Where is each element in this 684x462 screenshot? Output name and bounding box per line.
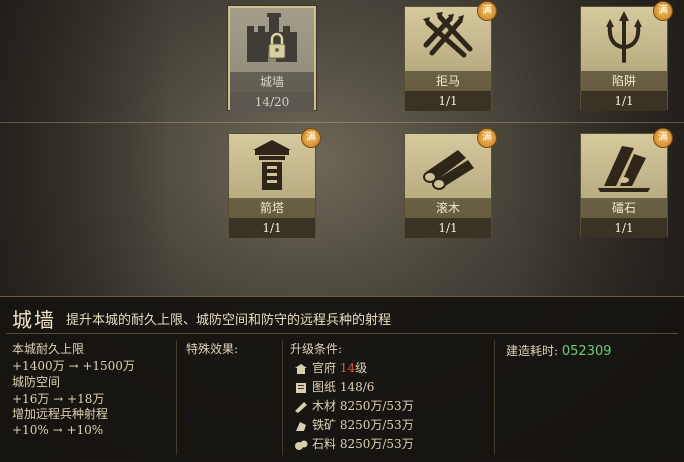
stat-label: 城防空间: [12, 375, 61, 389]
building-name: 城墙: [230, 72, 314, 92]
build-time: 建造耗时: 052309: [506, 342, 612, 359]
requirement-name: 木材: [312, 399, 337, 413]
building-level: 1/1: [229, 218, 315, 238]
building-name: 陷阱: [581, 71, 667, 91]
column-divider: [176, 340, 177, 455]
arrow-icon: →: [68, 359, 79, 373]
iron-ore-icon: [294, 420, 308, 432]
stat-change: +1400万 → +1500万: [12, 357, 135, 374]
stat-from: +1400万: [12, 359, 65, 373]
build-time-label: 建造耗时:: [506, 344, 559, 358]
stat-label: 增加远程兵种射程: [12, 407, 109, 421]
requirement-row: 铁矿 8250万/53万: [294, 416, 414, 433]
stone-icon: [294, 439, 308, 451]
wood-icon: [294, 401, 308, 413]
requirement-row: 官府 14级: [294, 359, 367, 376]
building-level: 1/1: [581, 218, 667, 238]
maxed-badge: 满: [477, 1, 497, 21]
requirement-row: 图纸 148/6: [294, 378, 374, 395]
requirement-row: 石料 8250万/53万: [294, 435, 414, 452]
column-divider: [282, 340, 283, 455]
building-name: 礌石: [581, 198, 667, 218]
building-card-wall[interactable]: 城墙 14/20: [228, 6, 316, 112]
detail-description: 提升本城的耐久上限、城防空间和防守的远程兵种的射程: [66, 313, 392, 328]
building-card-spikes[interactable]: 拒马 1/1 满: [404, 1, 497, 111]
detail-title: 城墙: [12, 308, 56, 332]
detail-divider: [6, 333, 678, 334]
maxed-badge: 满: [477, 128, 497, 148]
building-card-arrow-tower[interactable]: 箭塔 1/1 满: [228, 128, 321, 238]
stat-from: +10%: [12, 423, 49, 437]
stat-label: 本城耐久上限: [12, 342, 85, 356]
requirement-row: 木材 8250万/53万: [294, 397, 414, 414]
blueprint-icon: [294, 382, 308, 394]
building-level: 1/1: [581, 91, 667, 111]
government-icon: [294, 363, 308, 375]
building-level: 1/1: [405, 218, 491, 238]
requirement-name: 石料: [312, 437, 337, 451]
stat-to: +18万: [67, 392, 105, 406]
requirement-value: 8250万/53万: [339, 399, 414, 413]
special-effects-label: 特殊效果:: [186, 342, 239, 356]
requirement-value: 8250万/53万: [339, 418, 414, 432]
requirement-value: 8250万/53万: [339, 437, 414, 451]
building-name: 滚木: [405, 198, 491, 218]
stat-to: +1500万: [82, 359, 135, 373]
requirement-suffix: 级: [355, 361, 368, 375]
building-level: 1/1: [405, 91, 491, 111]
requirement-name: 官府: [312, 361, 337, 375]
building-level: 14/20: [230, 92, 314, 112]
wall-lock-icon: [230, 8, 314, 70]
building-name: 拒马: [405, 71, 491, 91]
building-name: 箭塔: [229, 198, 315, 218]
maxed-badge: 满: [301, 128, 321, 148]
stat-from: +16万: [12, 392, 50, 406]
requirement-name: 铁矿: [312, 418, 337, 432]
stat-change: +10% → +10%: [12, 423, 103, 437]
build-time-value: 052309: [561, 344, 612, 359]
column-divider: [494, 340, 495, 455]
requirement-value: 148/6: [339, 380, 375, 394]
arrow-icon: →: [53, 392, 64, 406]
maxed-badge: 满: [653, 1, 673, 21]
arrow-icon: →: [52, 423, 63, 437]
requirements-label: 升级条件:: [290, 342, 343, 356]
requirement-value: 14: [339, 361, 356, 375]
row-divider: [0, 122, 684, 123]
stat-to: +10%: [66, 423, 104, 437]
requirement-name: 图纸: [312, 380, 337, 394]
building-card-rolling-logs[interactable]: 滚木 1/1 满: [404, 128, 497, 238]
building-card-trap[interactable]: 陷阱 1/1 满: [580, 1, 673, 111]
building-card-rocks[interactable]: 礌石 1/1 满: [580, 128, 673, 238]
maxed-badge: 满: [653, 128, 673, 148]
